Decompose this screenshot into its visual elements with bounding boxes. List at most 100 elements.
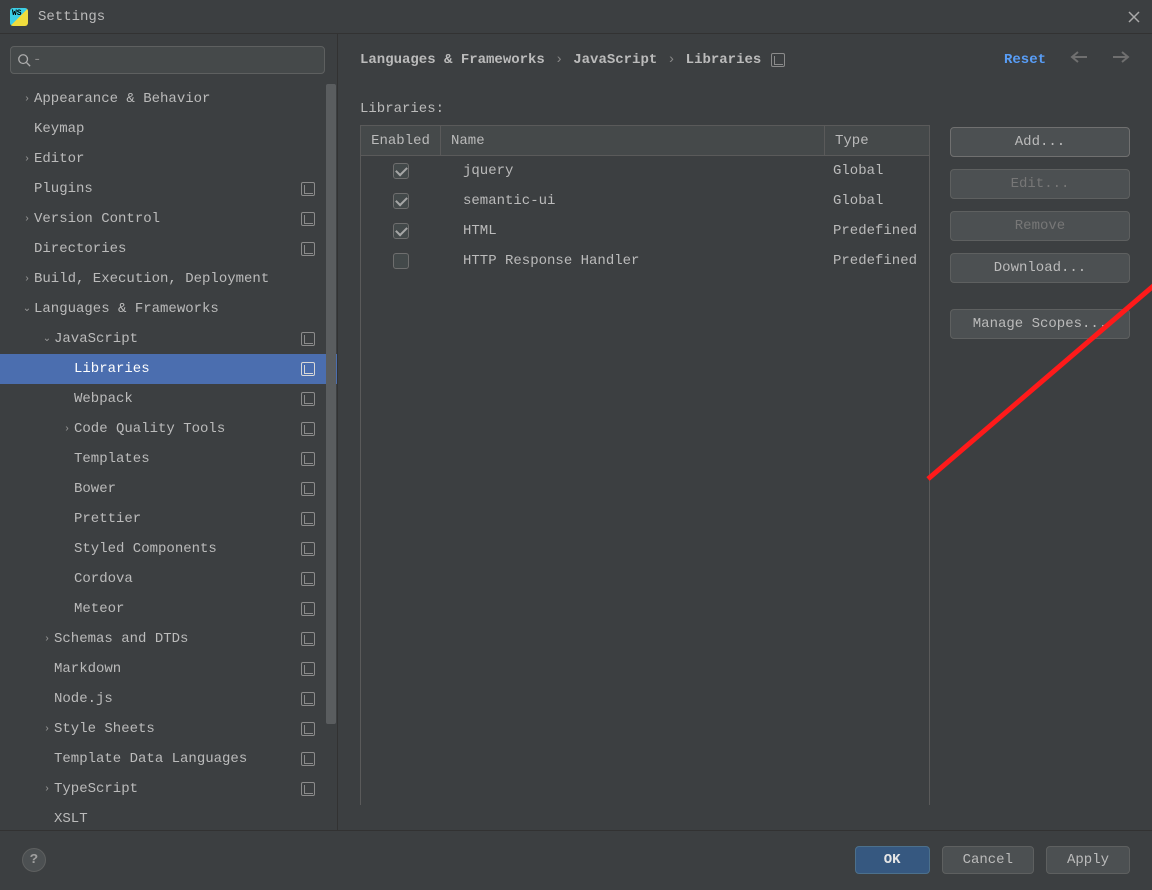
scrollbar[interactable] [326, 84, 336, 830]
project-scope-icon [301, 422, 315, 436]
project-scope-icon [301, 692, 315, 706]
tree-item[interactable]: XSLT [0, 804, 337, 830]
table-header: Enabled Name Type [361, 126, 929, 156]
chevron-right-icon: › [40, 634, 54, 645]
tree-item-label: Languages & Frameworks [34, 301, 315, 317]
tree-item[interactable]: Directories [0, 234, 337, 264]
ok-button[interactable]: OK [855, 846, 930, 874]
chevron-right-icon: › [20, 94, 34, 105]
table-row[interactable]: semantic-uiGlobal [361, 186, 929, 216]
chevron-right-icon: › [40, 724, 54, 735]
project-scope-icon [301, 392, 315, 406]
remove-button[interactable]: Remove [950, 211, 1130, 241]
download-button[interactable]: Download... [950, 253, 1130, 283]
project-scope-icon [301, 542, 315, 556]
chevron-right-icon: › [20, 154, 34, 165]
tree-item[interactable]: ›Version Control [0, 204, 337, 234]
tree-item[interactable]: Markdown [0, 654, 337, 684]
tree-item-label: Plugins [34, 181, 301, 197]
search-input[interactable]: - [10, 46, 325, 74]
tree-item[interactable]: ›Schemas and DTDs [0, 624, 337, 654]
tree-item[interactable]: Template Data Languages [0, 744, 337, 774]
tree-item-label: Directories [34, 241, 301, 257]
library-type: Global [825, 156, 929, 186]
tree-item[interactable]: Prettier [0, 504, 337, 534]
table-row[interactable]: HTTP Response HandlerPredefined [361, 246, 929, 276]
app-icon [10, 8, 28, 26]
libraries-label: Libraries: [360, 101, 930, 117]
add-button[interactable]: Add... [950, 127, 1130, 157]
project-scope-icon [301, 182, 315, 196]
library-type: Predefined [825, 216, 929, 246]
chevron-right-icon: › [555, 52, 563, 68]
tree-item-label: Schemas and DTDs [54, 631, 301, 647]
tree-item-label: JavaScript [54, 331, 301, 347]
tree-item[interactable]: ⌄Languages & Frameworks [0, 294, 337, 324]
tree-item[interactable]: Bower [0, 474, 337, 504]
manage-scopes-button[interactable]: Manage Scopes... [950, 309, 1130, 339]
tree-item-label: TypeScript [54, 781, 301, 797]
back-icon[interactable] [1070, 50, 1088, 69]
tree-item[interactable]: Plugins [0, 174, 337, 204]
apply-button[interactable]: Apply [1046, 846, 1130, 874]
project-scope-icon [301, 362, 315, 376]
breadcrumb-segment: Libraries [686, 52, 762, 68]
breadcrumb: Languages & Frameworks › JavaScript › Li… [360, 50, 1130, 69]
tree-item-label: Templates [74, 451, 301, 467]
tree-item[interactable]: ›Appearance & Behavior [0, 84, 337, 114]
tree-item[interactable]: ›Editor [0, 144, 337, 174]
tree-item[interactable]: Styled Components [0, 534, 337, 564]
enabled-checkbox[interactable] [393, 193, 409, 209]
tree-item[interactable]: ›Build, Execution, Deployment [0, 264, 337, 294]
tree-item-label: Build, Execution, Deployment [34, 271, 315, 287]
tree-item[interactable]: ⌄JavaScript [0, 324, 337, 354]
table-row[interactable]: jqueryGlobal [361, 156, 929, 186]
tree-item[interactable]: ›Code Quality Tools [0, 414, 337, 444]
library-type: Global [825, 186, 929, 216]
library-name: semantic-ui [441, 186, 825, 216]
enabled-checkbox[interactable] [393, 163, 409, 179]
edit-button[interactable]: Edit... [950, 169, 1130, 199]
enabled-checkbox[interactable] [393, 253, 409, 269]
library-name: HTTP Response Handler [441, 246, 825, 276]
tree-item[interactable]: Keymap [0, 114, 337, 144]
tree-item[interactable]: Libraries [0, 354, 337, 384]
close-icon[interactable] [1126, 9, 1142, 25]
col-name[interactable]: Name [441, 126, 825, 155]
help-button[interactable]: ? [22, 848, 46, 872]
enabled-checkbox[interactable] [393, 223, 409, 239]
tree-item-label: Cordova [74, 571, 301, 587]
library-name: jquery [441, 156, 825, 186]
project-scope-icon [301, 662, 315, 676]
tree-item[interactable]: Cordova [0, 564, 337, 594]
tree-item-label: Template Data Languages [54, 751, 301, 767]
col-type[interactable]: Type [825, 126, 929, 155]
breadcrumb-segment[interactable]: Languages & Frameworks [360, 52, 545, 68]
tree-item[interactable]: Webpack [0, 384, 337, 414]
tree-item[interactable]: ›TypeScript [0, 774, 337, 804]
project-scope-icon [301, 482, 315, 496]
settings-tree[interactable]: ›Appearance & BehaviorKeymap›EditorPlugi… [0, 84, 337, 830]
tree-item-label: Editor [34, 151, 315, 167]
tree-item[interactable]: Meteor [0, 594, 337, 624]
tree-item-label: XSLT [54, 811, 315, 827]
project-scope-icon [301, 602, 315, 616]
chevron-right-icon: › [60, 424, 74, 435]
cancel-button[interactable]: Cancel [942, 846, 1034, 874]
tree-item-label: Appearance & Behavior [34, 91, 315, 107]
tree-item-label: Webpack [74, 391, 301, 407]
tree-item[interactable]: ›Style Sheets [0, 714, 337, 744]
tree-item[interactable]: Node.js [0, 684, 337, 714]
forward-icon[interactable] [1112, 50, 1130, 69]
tree-item-label: Keymap [34, 121, 315, 137]
reset-link[interactable]: Reset [1004, 52, 1046, 68]
chevron-right-icon: › [40, 784, 54, 795]
tree-item[interactable]: Templates [0, 444, 337, 474]
table-row[interactable]: HTMLPredefined [361, 216, 929, 246]
col-enabled[interactable]: Enabled [361, 126, 441, 155]
breadcrumb-segment[interactable]: JavaScript [573, 52, 657, 68]
project-scope-icon [301, 242, 315, 256]
project-scope-icon [771, 53, 785, 67]
chevron-down-icon: ⌄ [40, 333, 54, 345]
project-scope-icon [301, 212, 315, 226]
